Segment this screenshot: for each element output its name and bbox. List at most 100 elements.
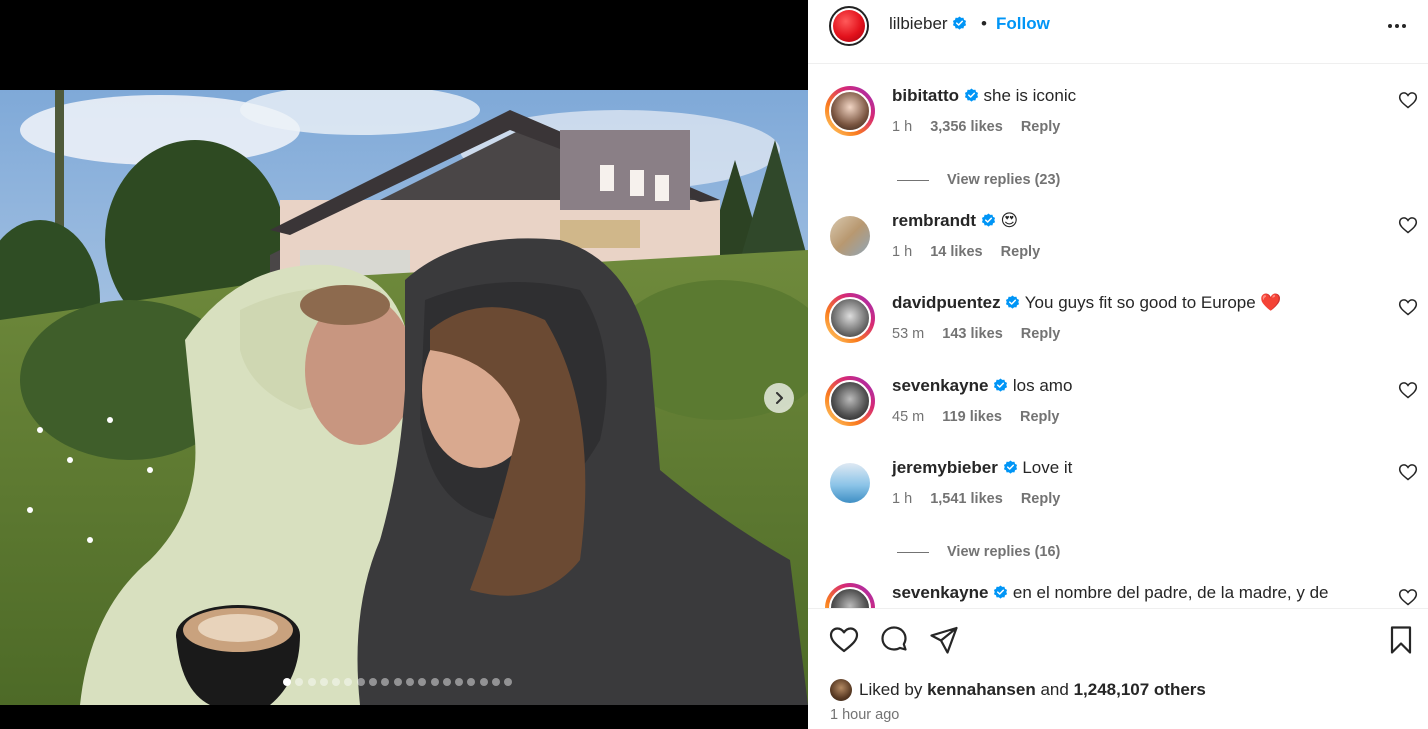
- carousel-dot: [332, 678, 341, 686]
- verified-badge-icon: [994, 585, 1008, 599]
- comment-body: en el nombre del padre, de la madre, y d…: [1012, 583, 1329, 602]
- follow-button[interactable]: Follow: [996, 14, 1050, 34]
- verified-badge-icon: [1006, 295, 1020, 309]
- carousel-dot: [283, 678, 291, 686]
- comment-username[interactable]: bibitatto: [892, 86, 959, 105]
- carousel-dot: [319, 678, 328, 686]
- heart-icon[interactable]: [1398, 215, 1418, 235]
- carousel-dot: [369, 678, 378, 686]
- comment-meta: 53 m 143 likes Reply: [892, 326, 1074, 342]
- avatar[interactable]: [825, 376, 875, 426]
- comment-meta: 1 h 1,541 likes Reply: [892, 491, 1074, 507]
- comment-text-line: davidpuentez You guys fit so good to Eur…: [892, 293, 1282, 313]
- post-timestamp[interactable]: 1 hour ago: [830, 707, 899, 723]
- comment-time[interactable]: 45 m: [892, 409, 924, 425]
- comment-body: You guys fit so good to Europe ❤️: [1024, 293, 1282, 312]
- reply-button[interactable]: Reply: [1020, 409, 1060, 425]
- carousel-dot: [442, 678, 451, 686]
- post-photo[interactable]: [0, 90, 808, 705]
- view-replies-button[interactable]: View replies (23): [897, 172, 1060, 188]
- carousel-dot: [393, 678, 402, 686]
- reply-button[interactable]: Reply: [1001, 244, 1041, 260]
- carousel-dot: [295, 678, 304, 686]
- action-bar-divider: [808, 608, 1428, 609]
- likes-prefix: Liked by: [859, 680, 923, 699]
- divider: [897, 179, 929, 181]
- avatar[interactable]: [825, 583, 875, 609]
- post-details-panel: lilbieber • Follow bibitatto she is icon…: [808, 0, 1428, 729]
- comment-body: 😍: [1000, 211, 1019, 230]
- comment-time[interactable]: 1 h: [892, 491, 912, 507]
- more-horizontal-icon: [1388, 24, 1406, 28]
- avatar[interactable]: [830, 679, 852, 701]
- comment-time[interactable]: 1 h: [892, 244, 912, 260]
- likes-count-link[interactable]: 1,248,107 others: [1074, 680, 1206, 700]
- comment-text-line: jeremybieber Love it: [892, 458, 1072, 478]
- comment-likes[interactable]: 3,356 likes: [930, 119, 1003, 135]
- carousel-dot: [430, 678, 439, 686]
- carousel-dot: [418, 678, 427, 686]
- post-author-username[interactable]: lilbieber: [889, 14, 948, 33]
- comment-username[interactable]: davidpuentez: [892, 293, 1001, 312]
- comment-meta: 1 h 3,356 likes Reply: [892, 119, 1074, 135]
- carousel-dot: [479, 678, 488, 686]
- reply-button[interactable]: Reply: [1021, 491, 1061, 507]
- comment-likes[interactable]: 119 likes: [942, 409, 1002, 425]
- likes-joiner: and: [1040, 680, 1069, 699]
- avatar[interactable]: [825, 86, 875, 136]
- comment-username[interactable]: sevenkayne: [892, 583, 988, 602]
- carousel-dot: [381, 678, 390, 686]
- comment-text-line: rembrandt 😍: [892, 211, 1018, 231]
- liker-username[interactable]: kennahansen: [927, 680, 1036, 700]
- more-options-button[interactable]: [1385, 14, 1409, 38]
- verified-badge-icon: [1003, 460, 1017, 474]
- comment-likes[interactable]: 143 likes: [942, 326, 1002, 342]
- comments-list[interactable]: bibitatto she is iconic 1 h 3,356 likes …: [808, 64, 1428, 609]
- bookmark-icon[interactable]: [1385, 624, 1417, 656]
- carousel-indicator: [283, 678, 513, 686]
- carousel-dot: [356, 678, 365, 686]
- carousel-dot: [307, 678, 316, 686]
- comment-body: los amo: [1012, 376, 1073, 395]
- avatar[interactable]: [825, 293, 875, 343]
- verified-badge-icon: [981, 213, 995, 227]
- avatar[interactable]: [829, 6, 869, 46]
- like-heart-icon[interactable]: [828, 624, 860, 656]
- post-header: lilbieber • Follow: [808, 0, 1428, 64]
- heart-icon[interactable]: [1398, 380, 1418, 400]
- carousel-dot: [504, 678, 513, 686]
- avatar[interactable]: [825, 211, 875, 261]
- carousel-dot: [344, 678, 353, 686]
- divider: [897, 551, 929, 553]
- comment-likes[interactable]: 14 likes: [930, 244, 982, 260]
- avatar[interactable]: [825, 458, 875, 508]
- post-author-link[interactable]: lilbieber: [889, 14, 967, 34]
- comment-bubble-icon[interactable]: [878, 624, 910, 656]
- verified-badge-icon: [994, 378, 1008, 392]
- comment-meta: 45 m 119 likes Reply: [892, 409, 1073, 425]
- header-separator: •: [981, 14, 987, 33]
- share-send-icon[interactable]: [928, 624, 960, 656]
- comment-username[interactable]: jeremybieber: [892, 458, 998, 477]
- carousel-dot: [492, 678, 501, 686]
- reply-button[interactable]: Reply: [1021, 326, 1061, 342]
- reply-button[interactable]: Reply: [1021, 119, 1061, 135]
- photo-illustration: [0, 90, 808, 705]
- view-replies-label: View replies (16): [947, 544, 1061, 560]
- comment-likes[interactable]: 1,541 likes: [930, 491, 1003, 507]
- comment-time[interactable]: 53 m: [892, 326, 924, 342]
- comment-username[interactable]: rembrandt: [892, 211, 976, 230]
- heart-icon[interactable]: [1398, 462, 1418, 482]
- post-media: [0, 0, 808, 729]
- comment-time[interactable]: 1 h: [892, 119, 912, 135]
- carousel-dot: [455, 678, 464, 686]
- carousel-dot: [405, 678, 414, 686]
- comment-username[interactable]: sevenkayne: [892, 376, 988, 395]
- heart-icon[interactable]: [1398, 587, 1418, 607]
- next-slide-button[interactable]: [764, 383, 794, 413]
- comment-body: Love it: [1022, 458, 1073, 477]
- view-replies-button[interactable]: View replies (16): [897, 544, 1060, 560]
- heart-icon[interactable]: [1398, 297, 1418, 317]
- heart-icon[interactable]: [1398, 90, 1418, 110]
- comment-text-line: bibitatto she is iconic: [892, 86, 1076, 106]
